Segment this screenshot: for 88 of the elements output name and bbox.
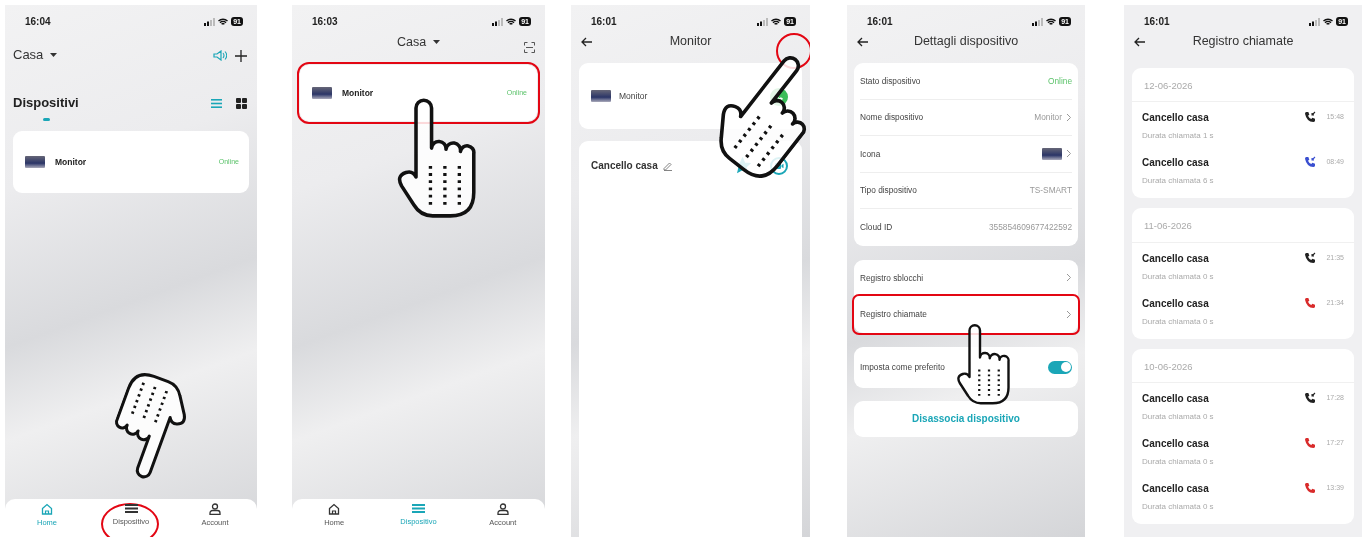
device-name: Monitor: [55, 155, 87, 169]
phone-icon: [1304, 481, 1316, 494]
row-value: TS-SMART: [1029, 184, 1072, 197]
caller-name: Cancello casa: [1142, 481, 1210, 496]
phone-arrow-icon: [1304, 391, 1316, 404]
row-value: Monitor: [1034, 111, 1062, 124]
list-icon: [412, 503, 425, 514]
plus-icon: [235, 49, 247, 62]
caller-name: Cancello casa: [1142, 111, 1210, 126]
status-value: Online: [1048, 74, 1072, 87]
call-duration: Durata chiamata 0 s: [1142, 270, 1214, 283]
favorite-toggle[interactable]: [1048, 360, 1072, 374]
status-time: 16:01: [1144, 15, 1170, 29]
phone-arrow-icon: [1304, 251, 1316, 264]
home-icon: [328, 503, 341, 515]
home-selector[interactable]: Casa: [396, 32, 441, 52]
monitor-device-icon: [312, 87, 332, 99]
monitor-device-icon: [1042, 147, 1062, 160]
phone-icon: [1304, 296, 1316, 309]
log-row[interactable]: Registro sblocchi: [854, 259, 1078, 296]
list-icon: [124, 503, 138, 514]
call-duration: Durata chiamata 0 s: [1142, 410, 1214, 423]
call-duration: Durata chiamata 6 s: [1142, 175, 1214, 188]
home-icon: [41, 503, 53, 515]
monitor-device-icon: [591, 90, 611, 102]
screen-title: Monitor: [668, 32, 713, 50]
list-icon: [211, 99, 222, 109]
call-duration: Durata chiamata 0 s: [1142, 455, 1214, 468]
call-duration: Durata chiamata 0 s: [1142, 500, 1214, 513]
date-header: 11-06-2026: [1132, 208, 1354, 243]
chevron-right-icon: [1066, 149, 1072, 159]
row-label: Stato dispositivo: [860, 74, 921, 87]
row-label: Cloud ID: [860, 221, 893, 234]
chevron-right-icon: [1066, 112, 1072, 122]
caller-name: Cancello casa: [1142, 296, 1210, 311]
speaker-icon: [213, 50, 227, 62]
back-arrow-icon: [857, 36, 869, 47]
signal-icon: [492, 17, 504, 26]
monitor-device-icon: [25, 156, 45, 168]
wifi-icon: [771, 17, 782, 26]
date-header: 10-06-2026: [1132, 348, 1354, 383]
chevron-right-icon: [1066, 273, 1072, 283]
caller-name: Cancello casa: [1142, 251, 1210, 266]
signal-icon: [1309, 17, 1321, 26]
person-icon: [496, 503, 509, 515]
log-row[interactable]: Registro chiamate: [854, 296, 1078, 333]
screen-title: Dettagli dispositivo: [912, 32, 1020, 50]
call-duration: Durata chiamata 1 s: [1142, 130, 1214, 143]
signal-icon: [757, 17, 769, 26]
wifi-icon: [506, 17, 517, 26]
row-value: 355854609677422592: [988, 221, 1072, 234]
wifi-icon: [1323, 17, 1334, 26]
caller-name: Cancello casa: [1142, 391, 1210, 406]
favorite-label: Imposta come preferito: [860, 360, 945, 374]
wifi-icon: [218, 17, 229, 26]
device-name: Monitor: [619, 89, 648, 103]
chevron-right-icon: [1066, 309, 1072, 319]
call-duration: Durata chiamata 0 s: [1142, 315, 1214, 328]
phone-arrow-icon: [1304, 111, 1316, 124]
pencil-icon: [662, 160, 673, 171]
phone-icon: [1304, 436, 1316, 449]
status-time: 16:01: [867, 15, 893, 29]
row-label: Nome dispositivo: [860, 111, 924, 124]
caller-name: Cancello casa: [1142, 436, 1210, 451]
person-icon: [209, 503, 221, 515]
scan-icon: [524, 42, 535, 54]
grid-icon: [236, 98, 247, 110]
dropdown-caret-icon: [50, 53, 58, 57]
status-time: 16:01: [591, 15, 617, 29]
wifi-icon: [1046, 17, 1057, 26]
tab-underline: [43, 118, 50, 121]
device-name: Monitor: [342, 86, 374, 100]
signal-icon: [1032, 17, 1044, 26]
signal-icon: [204, 17, 216, 26]
screen-title: Registro chiamate: [1191, 32, 1295, 50]
date-header: 12-06-2026: [1132, 68, 1354, 103]
phone-arrow-icon: [1304, 156, 1316, 169]
caller-name: Cancello casa: [1142, 156, 1210, 171]
row-label: Tipo dispositivo: [860, 184, 917, 197]
row-label: Icona: [860, 147, 881, 160]
door-name: Cancello casa: [591, 158, 658, 173]
back-arrow-icon: [581, 36, 593, 47]
back-arrow-icon: [1134, 36, 1146, 47]
home-selector[interactable]: Casa: [13, 45, 58, 65]
status-time: 16:03: [312, 15, 338, 29]
dropdown-caret-icon: [433, 40, 441, 44]
section-title: Dispositivi: [13, 93, 79, 113]
status-time: 16:04: [25, 15, 51, 29]
